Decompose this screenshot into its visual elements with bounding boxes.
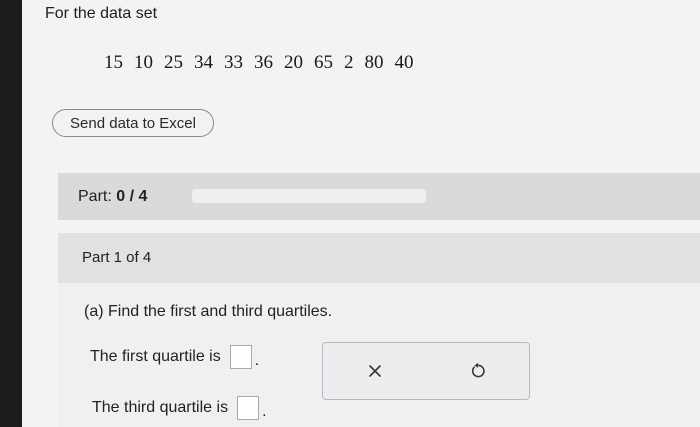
part-progress-value: 0 / 4 <box>116 188 148 205</box>
undo-icon <box>471 362 485 378</box>
data-value: 25 <box>164 52 183 73</box>
part-progress-bar: Part: 0 / 4 <box>58 173 700 220</box>
first-quartile-period: . <box>254 352 260 369</box>
question-text: (a) Find the first and third quartiles. <box>84 303 333 320</box>
screen-bezel <box>0 0 22 427</box>
third-quartile-period: . <box>262 403 267 420</box>
part-progress-label: Part: 0 / 4 <box>78 188 147 206</box>
send-to-excel-button[interactable]: Send data to Excel <box>52 109 214 137</box>
data-value: 33 <box>224 52 243 73</box>
progress-track <box>192 189 426 203</box>
data-value: 40 <box>394 52 414 73</box>
question-area: (a) Find the first and third quartiles. … <box>58 283 700 427</box>
data-set: 15 10 25 34 33 36 20 65 2 80 40 <box>104 52 414 74</box>
problem-intro: For the data set <box>45 5 158 22</box>
close-icon <box>368 365 381 377</box>
data-value: 15 <box>104 52 123 73</box>
first-quartile-input[interactable] <box>229 345 252 369</box>
third-quartile-label: The third quartile is <box>92 399 229 416</box>
third-quartile-row: The third quartile is . <box>92 396 267 420</box>
problem-page: For the data set 15 10 25 34 33 36 20 65… <box>22 0 700 427</box>
data-value: 20 <box>284 52 303 73</box>
clear-button[interactable] <box>360 356 390 386</box>
first-quartile-row: The first quartile is . <box>90 345 259 369</box>
answer-actions <box>322 342 530 400</box>
data-value: 2 <box>344 52 354 73</box>
part-title: Part 1 of 4 <box>82 249 152 266</box>
first-quartile-label: The first quartile is <box>90 348 221 365</box>
part-1-panel: Part 1 of 4 (a) Find the first and third… <box>58 233 700 427</box>
third-quartile-input[interactable] <box>237 396 260 420</box>
data-value: 65 <box>314 52 333 73</box>
data-value: 80 <box>364 52 384 73</box>
data-value: 36 <box>254 52 273 73</box>
part-progress-prefix: Part: <box>78 188 112 205</box>
reset-button[interactable] <box>463 356 493 386</box>
data-value: 34 <box>194 52 213 73</box>
data-value: 10 <box>134 52 153 73</box>
